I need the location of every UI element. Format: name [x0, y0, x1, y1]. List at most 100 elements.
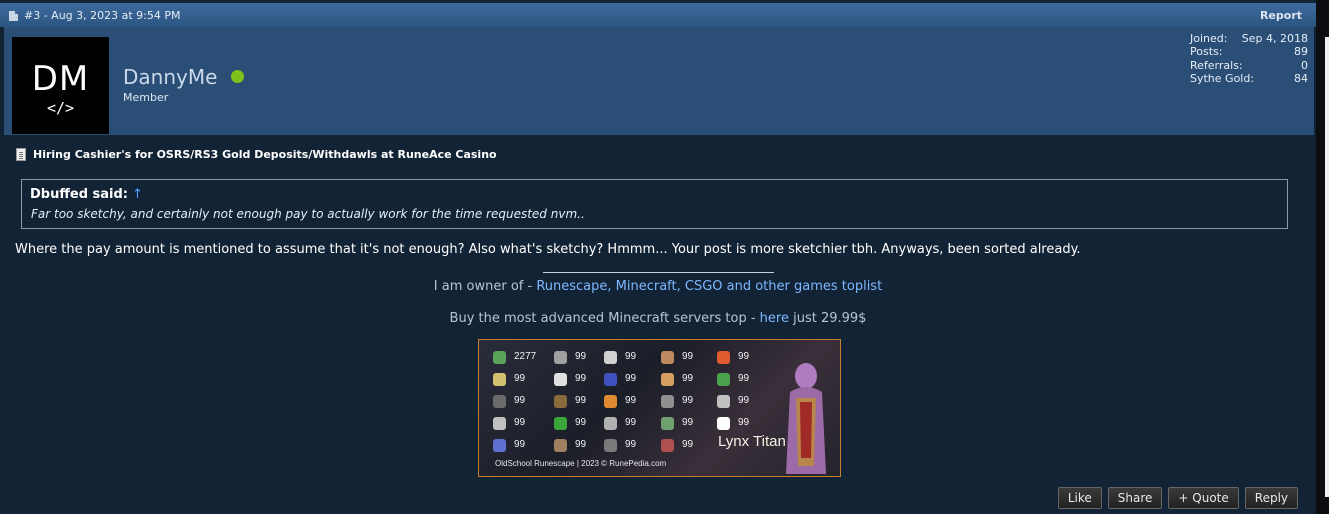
quote-button[interactable]: + Quote: [1168, 487, 1239, 509]
post-number-date[interactable]: #3 - Aug 3, 2023 at 9:54 PM: [24, 9, 181, 22]
skill-level: 99: [625, 439, 637, 450]
skill-icon: [604, 439, 617, 452]
skill-icon: [554, 395, 567, 408]
signature-line-2: Buy the most advanced Minecraft servers …: [0, 311, 1316, 326]
share-button[interactable]: Share: [1107, 487, 1163, 509]
image-credit: OldSchool Runescape | 2023 © RunePedia.c…: [495, 459, 667, 468]
skill-level: 99: [738, 417, 750, 428]
skill-level: 99: [682, 373, 694, 384]
skill-icon: [554, 439, 567, 452]
skill-icon: [604, 351, 617, 364]
skill-icon: [493, 417, 506, 430]
jump-to-quote-icon[interactable]: ↑: [132, 187, 143, 202]
skill-level: 99: [738, 351, 750, 362]
avatar[interactable]: DM </>: [12, 37, 109, 134]
skill-icon: [554, 373, 567, 386]
skill-icon: [717, 395, 730, 408]
post-document-icon: [9, 10, 18, 21]
post-actions: Like Share + Quote Reply: [1057, 487, 1298, 509]
username[interactable]: DannyMe: [123, 65, 217, 89]
message-body: Where the pay amount is mentioned to ass…: [15, 242, 1081, 257]
stat-value: Sep 4, 2018: [1241, 32, 1308, 45]
quote-author-name: Dbuffed said:: [30, 187, 129, 202]
skill-icon: [717, 417, 730, 430]
page-icon: [16, 148, 26, 161]
post-meta: #3 - Aug 3, 2023 at 9:54 PM: [9, 9, 181, 22]
skill-icon: [554, 417, 567, 430]
player-figure: [786, 363, 826, 474]
skill-icon: [604, 373, 617, 386]
skill-level: 2277: [514, 351, 537, 362]
skill-icon: [661, 351, 674, 364]
player-name: Lynx Titan: [718, 433, 786, 450]
skill-level: 99: [682, 395, 694, 406]
skill-icon: [604, 395, 617, 408]
stat-referrals: Referrals: 0: [1190, 59, 1308, 72]
toplist-link[interactable]: Runescape, Minecraft, CSGO and other gam…: [536, 279, 882, 294]
skill-level: 99: [575, 417, 587, 428]
skill-icon: [604, 417, 617, 430]
skill-icon: [717, 373, 730, 386]
user-title: Member: [123, 91, 169, 104]
scrollbar[interactable]: [1316, 0, 1329, 514]
stat-label: Joined:: [1190, 32, 1228, 45]
skill-icon: [554, 351, 567, 364]
thread-title-text: Hiring Cashier's for OSRS/RS3 Gold Depos…: [33, 148, 497, 161]
stat-value: 84: [1294, 72, 1308, 86]
stat-label: Posts:: [1190, 45, 1223, 59]
skill-icon: [493, 439, 506, 452]
signature-text: I am owner of -: [433, 279, 537, 294]
quote-text: Far too sketchy, and certainly not enoug…: [31, 207, 585, 221]
stat-label: Referrals:: [1190, 58, 1243, 72]
skill-level: 99: [682, 439, 694, 450]
skill-level: 99: [514, 439, 526, 450]
quote-block: Dbuffed said: ↑ Far too sketchy, and cert…: [21, 179, 1288, 229]
skill-level: 99: [575, 395, 587, 406]
forum-post: #3 - Aug 3, 2023 at 9:54 PM Report DM </…: [0, 0, 1316, 514]
skill-level: 99: [575, 373, 587, 384]
user-stats: Joined: Sep 4, 2018 Posts: 89 Referrals: 0 …: [1190, 32, 1308, 86]
skill-level: 99: [514, 373, 526, 384]
stat-joined: Joined: Sep 4, 2018: [1190, 32, 1308, 45]
skill-icon: [717, 351, 730, 364]
skill-level: 99: [625, 395, 637, 406]
skill-level: 99: [575, 351, 587, 362]
skill-level: 99: [738, 373, 750, 384]
signature-line-1: I am owner of - Runescape, Minecraft, CS…: [0, 279, 1316, 294]
skill-level: 99: [514, 417, 526, 428]
skill-icon: [493, 395, 506, 408]
avatar-initials: DM: [31, 59, 90, 99]
avatar-code-glyph: </>: [46, 99, 75, 117]
stat-label: Sythe Gold:: [1190, 72, 1255, 86]
report-link[interactable]: Report: [1260, 9, 1302, 22]
stat-posts: Posts: 89: [1190, 45, 1308, 58]
signature-text: just 29.99$: [788, 311, 867, 326]
skill-icon: [493, 373, 506, 386]
skill-icon: [493, 351, 506, 364]
skill-icon: [661, 395, 674, 408]
online-status-icon: [231, 70, 244, 83]
skill-level: 99: [514, 395, 526, 406]
thread-title: Hiring Cashier's for OSRS/RS3 Gold Depos…: [16, 148, 497, 161]
user-info-bar: DM </> DannyMe Member Joined: Sep 4, 2018…: [4, 27, 1314, 135]
osrs-stats-image[interactable]: 2277 99 99 99 99 99 99 99 99 99 99 99 99 99 99 99 99 99 99…: [478, 339, 841, 477]
here-link[interactable]: here: [760, 311, 789, 326]
skill-icon: [661, 439, 674, 452]
skill-icon: [661, 417, 674, 430]
stat-value: 0: [1301, 58, 1308, 72]
stat-value: 89: [1294, 45, 1308, 59]
like-button[interactable]: Like: [1057, 487, 1102, 509]
skill-level: 99: [625, 373, 637, 384]
skill-level: 99: [575, 439, 587, 450]
reply-button[interactable]: Reply: [1244, 487, 1298, 509]
skill-level: 99: [738, 395, 750, 406]
signature-divider: [543, 272, 774, 273]
skill-level: 99: [682, 417, 694, 428]
skill-level: 99: [625, 351, 637, 362]
stat-sythe-gold: Sythe Gold: 84: [1190, 72, 1308, 85]
quote-author: Dbuffed said: ↑: [30, 187, 143, 202]
skill-icon: [661, 373, 674, 386]
post-header-bar: #3 - Aug 3, 2023 at 9:54 PM Report: [0, 3, 1316, 27]
skill-level: 99: [682, 351, 694, 362]
skill-level: 99: [625, 417, 637, 428]
